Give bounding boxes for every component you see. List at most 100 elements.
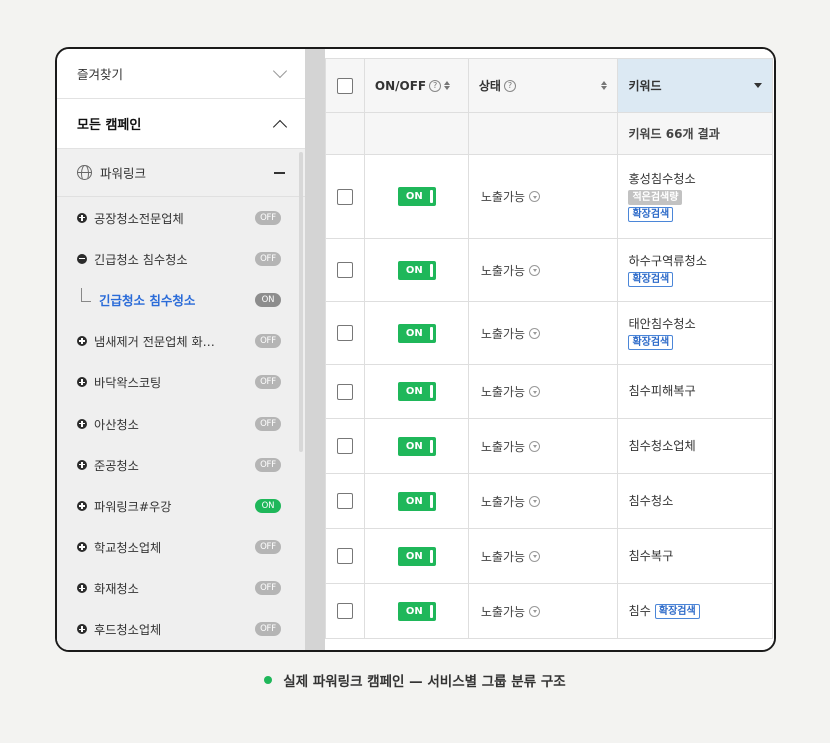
chevron-up-icon[interactable]: [272, 119, 288, 134]
keyword-text[interactable]: 홍성침수청소: [628, 172, 695, 186]
table-row: ON 노출가능 태안침수청소 확장검색: [325, 301, 773, 365]
sidebar-item[interactable]: 긴급청소 침수청소 ON: [57, 279, 305, 320]
sort-icon[interactable]: [444, 81, 451, 90]
onoff-toggle[interactable]: ON: [397, 382, 436, 401]
chevron-down-icon[interactable]: [272, 63, 288, 79]
collapse-minus-icon[interactable]: [77, 253, 87, 264]
status-badge[interactable]: OFF: [255, 457, 281, 472]
onoff-toggle[interactable]: ON: [397, 436, 436, 456]
help-icon[interactable]: ?: [503, 79, 516, 92]
status-badge[interactable]: OFF: [255, 416, 281, 431]
collapse-minus-icon[interactable]: [274, 171, 285, 174]
sidebar-item[interactable]: 긴급청소 침수청소 OFF: [57, 238, 305, 279]
status-badge[interactable]: OFF: [255, 581, 281, 596]
row-checkbox[interactable]: [336, 262, 353, 278]
row-checkbox[interactable]: [336, 438, 353, 454]
keyword-column-header[interactable]: 키워드: [617, 58, 773, 113]
all-campaigns-header[interactable]: 모든 캠페인: [57, 99, 305, 149]
sidebar-item[interactable]: 준공청소 OFF: [57, 444, 305, 485]
dropdown-circle-icon[interactable]: [529, 386, 541, 397]
keyword-text[interactable]: 침수청소업체: [628, 439, 695, 453]
sidebar-item[interactable]: 화재청소 OFF: [57, 568, 305, 609]
summary-row: 키워드 66개 결과: [325, 112, 773, 155]
status-text: 노출가능: [480, 190, 526, 204]
status-badge[interactable]: OFF: [255, 210, 281, 225]
expand-plus-icon[interactable]: [77, 500, 87, 511]
expand-plus-icon[interactable]: [77, 583, 87, 594]
keyword-text[interactable]: 침수피해복구: [628, 384, 695, 398]
table-header-row: ON/OFF ? 상태 ? 키워드: [325, 58, 773, 113]
dropdown-circle-icon[interactable]: [529, 264, 541, 276]
onoff-toggle[interactable]: ON: [397, 323, 436, 343]
dropdown-circle-icon[interactable]: [529, 327, 541, 339]
status-cell: 노출가능: [469, 325, 618, 342]
status-text: 노출가능: [480, 326, 526, 341]
dropdown-circle-icon[interactable]: [529, 440, 541, 452]
keyword-table-panel: ON/OFF ? 상태 ? 키워드 키워드 66개 결과 ON 노출가능 홍성침…: [325, 49, 774, 650]
onoff-toggle[interactable]: ON: [397, 491, 436, 511]
keyword-text[interactable]: 침수청소: [628, 494, 673, 508]
table-row: ON 노출가능 침수청소: [325, 473, 773, 529]
onoff-toggle[interactable]: ON: [397, 546, 436, 566]
row-checkbox[interactable]: [336, 548, 353, 564]
status-badge[interactable]: OFF: [255, 251, 281, 266]
sidebar-item[interactable]: 후드청소업체 OFF: [57, 609, 305, 650]
keyword-text[interactable]: 침수: [628, 604, 650, 618]
match-type-badge: 적은검색량: [628, 189, 683, 205]
powerlink-campaign-row[interactable]: 파워링크: [57, 149, 305, 197]
status-badge[interactable]: ON: [255, 292, 281, 307]
onoff-toggle[interactable]: ON: [397, 187, 436, 206]
keyword-cell: 침수청소업체: [617, 418, 773, 474]
sidebar-item[interactable]: 바닥왁스코팅 OFF: [57, 362, 305, 403]
expand-plus-icon[interactable]: [77, 418, 87, 429]
keyword-cell: 침수피해복구: [617, 364, 773, 419]
keyword-text[interactable]: 태안침수청소: [628, 317, 695, 331]
expand-plus-icon[interactable]: [77, 377, 87, 388]
expand-plus-icon[interactable]: [77, 336, 87, 347]
sidebar-item[interactable]: 냄새제거 전문업체 화… OFF: [57, 321, 305, 362]
row-checkbox[interactable]: [336, 603, 353, 619]
status-badge[interactable]: OFF: [255, 375, 281, 390]
status-column-header[interactable]: 상태 ?: [467, 58, 619, 113]
all-campaigns-label: 모든 캠페인: [77, 118, 142, 133]
sidebar-item[interactable]: 공장청소전문업체 OFF: [57, 197, 305, 238]
dropdown-circle-icon[interactable]: [529, 550, 541, 562]
row-checkbox[interactable]: [336, 188, 353, 205]
status-badge[interactable]: OFF: [255, 622, 281, 637]
status-cell: 노출가능: [469, 438, 618, 455]
status-text: 노출가능: [480, 439, 526, 454]
sidebar-item[interactable]: 아산청소 OFF: [57, 403, 305, 444]
onoff-toggle[interactable]: ON: [397, 601, 436, 621]
expand-plus-icon[interactable]: [77, 542, 87, 553]
status-text: 노출가능: [480, 385, 526, 399]
powerlink-label: 파워링크: [100, 166, 147, 181]
row-checkbox[interactable]: [336, 325, 353, 341]
sort-down-caret-icon[interactable]: [754, 83, 762, 88]
status-badge[interactable]: OFF: [255, 334, 281, 349]
expand-plus-icon[interactable]: [77, 212, 87, 223]
onoff-toggle[interactable]: ON: [397, 260, 436, 280]
sidebar-item[interactable]: 학교청소업체 OFF: [57, 527, 305, 568]
panel-divider[interactable]: [305, 49, 325, 650]
status-badge[interactable]: ON: [255, 498, 281, 513]
select-all-checkbox[interactable]: [336, 77, 353, 94]
help-icon[interactable]: ?: [429, 79, 442, 92]
sidebar-scrollbar[interactable]: [299, 152, 303, 452]
expand-plus-icon[interactable]: [77, 459, 87, 470]
expand-plus-icon[interactable]: [77, 624, 87, 635]
favorites-header[interactable]: 즐겨찾기: [57, 49, 305, 99]
onoff-column-header[interactable]: ON/OFF ?: [363, 58, 469, 113]
keyword-text[interactable]: 침수복구: [628, 549, 673, 563]
dropdown-circle-icon[interactable]: [529, 191, 541, 202]
sidebar-item[interactable]: 파워링크#우강 ON: [57, 485, 305, 526]
keyword-text[interactable]: 하수구역류청소: [628, 254, 707, 268]
row-checkbox[interactable]: [336, 493, 353, 509]
dropdown-circle-icon[interactable]: [529, 495, 541, 507]
table-row: ON 노출가능 하수구역류청소 확장검색: [325, 238, 773, 302]
screenshot-frame: 즐겨찾기 모든 캠페인 파워링크 공장청소전문업체 OFF 긴급청소 침수청소 OFF…: [55, 47, 776, 652]
dropdown-circle-icon[interactable]: [529, 605, 541, 617]
status-badge[interactable]: OFF: [255, 540, 281, 555]
row-checkbox[interactable]: [336, 383, 353, 400]
status-cell: 노출가능: [469, 603, 618, 620]
sort-icon[interactable]: [601, 81, 608, 90]
